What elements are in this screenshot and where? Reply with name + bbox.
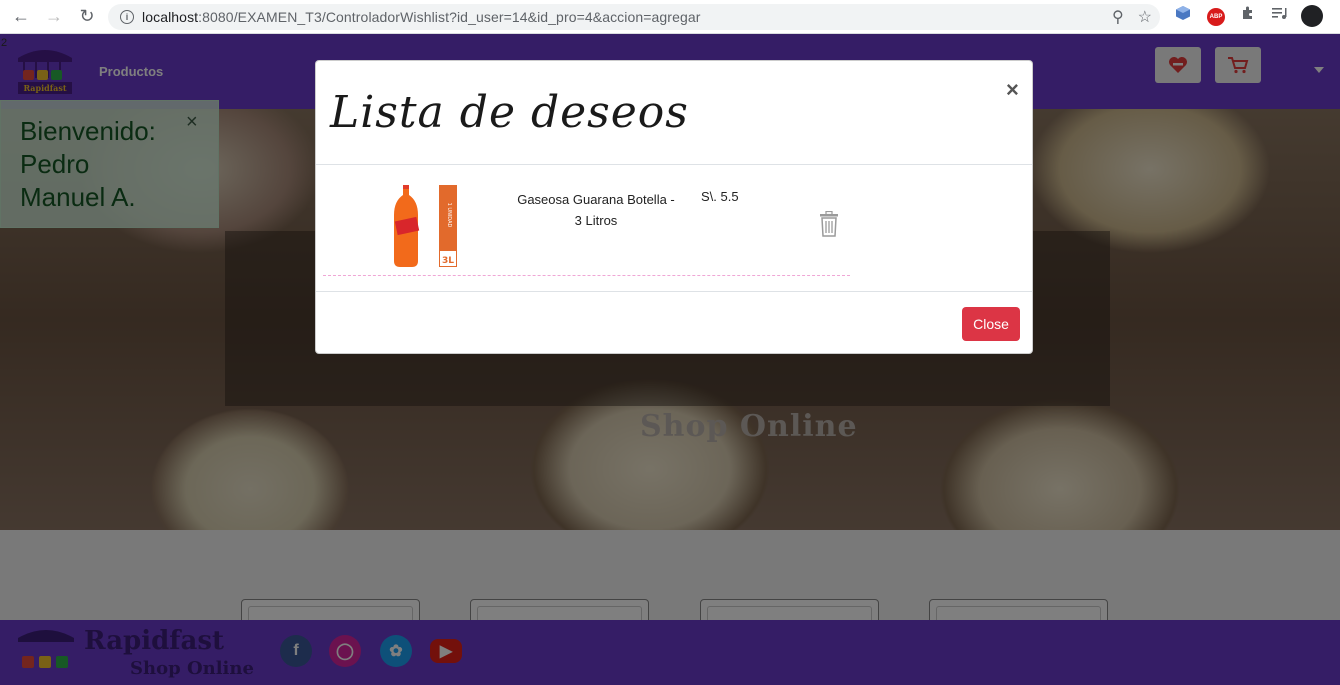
modal-footer: Close	[316, 291, 1032, 354]
svg-text:1 UNIDAD: 1 UNIDAD	[446, 203, 452, 228]
info-icon[interactable]: i	[120, 10, 134, 24]
extensions-puzzle-icon[interactable]	[1240, 5, 1256, 21]
trash-icon[interactable]	[818, 210, 840, 237]
modal-title: Lista de deseos	[330, 87, 689, 138]
modal-header: Lista de deseos ×	[316, 61, 1032, 165]
star-icon[interactable]: ☆	[1138, 7, 1152, 27]
zoom-icon[interactable]: ⚲	[1112, 7, 1124, 27]
url-path: :8080/EXAMEN_T3/ControladorWishlist?id_u…	[198, 9, 701, 25]
modal-close-x[interactable]: ×	[1006, 77, 1019, 103]
close-button[interactable]: Close	[962, 307, 1020, 341]
url-host: localhost	[142, 9, 199, 25]
item-name: Gaseosa Guarana Botella - 3 Litros	[517, 192, 675, 228]
forward-icon[interactable]: →	[42, 5, 66, 29]
svg-text:3L: 3L	[442, 256, 454, 266]
address-bar[interactable]: i localhost:8080/EXAMEN_T3/ControladorWi…	[108, 4, 1160, 30]
profile-avatar[interactable]	[1301, 5, 1323, 27]
modal-body: 3L 1 UNIDAD Gaseosa Guarana Botella - 3 …	[316, 165, 1032, 291]
url-text[interactable]: localhost:8080/EXAMEN_T3/ControladorWish…	[142, 9, 701, 25]
adblock-icon[interactable]: ABP	[1207, 8, 1225, 26]
back-icon[interactable]: ←	[9, 5, 33, 29]
wishlist-modal: Lista de deseos × 3L 1 UNIDAD Gaseosa Gu…	[315, 60, 1033, 354]
product-image: 3L 1 UNIDAD	[389, 185, 465, 269]
browser-toolbar: ← → ↻ i localhost:8080/EXAMEN_T3/Control…	[0, 0, 1340, 34]
extension-cube-icon[interactable]	[1175, 5, 1191, 21]
item-price: S\. 5.5	[701, 189, 739, 204]
reload-icon[interactable]: ↻	[75, 5, 99, 29]
wishlist-item: 3L 1 UNIDAD Gaseosa Guarana Botella - 3 …	[323, 165, 850, 276]
media-queue-icon[interactable]	[1271, 5, 1287, 21]
